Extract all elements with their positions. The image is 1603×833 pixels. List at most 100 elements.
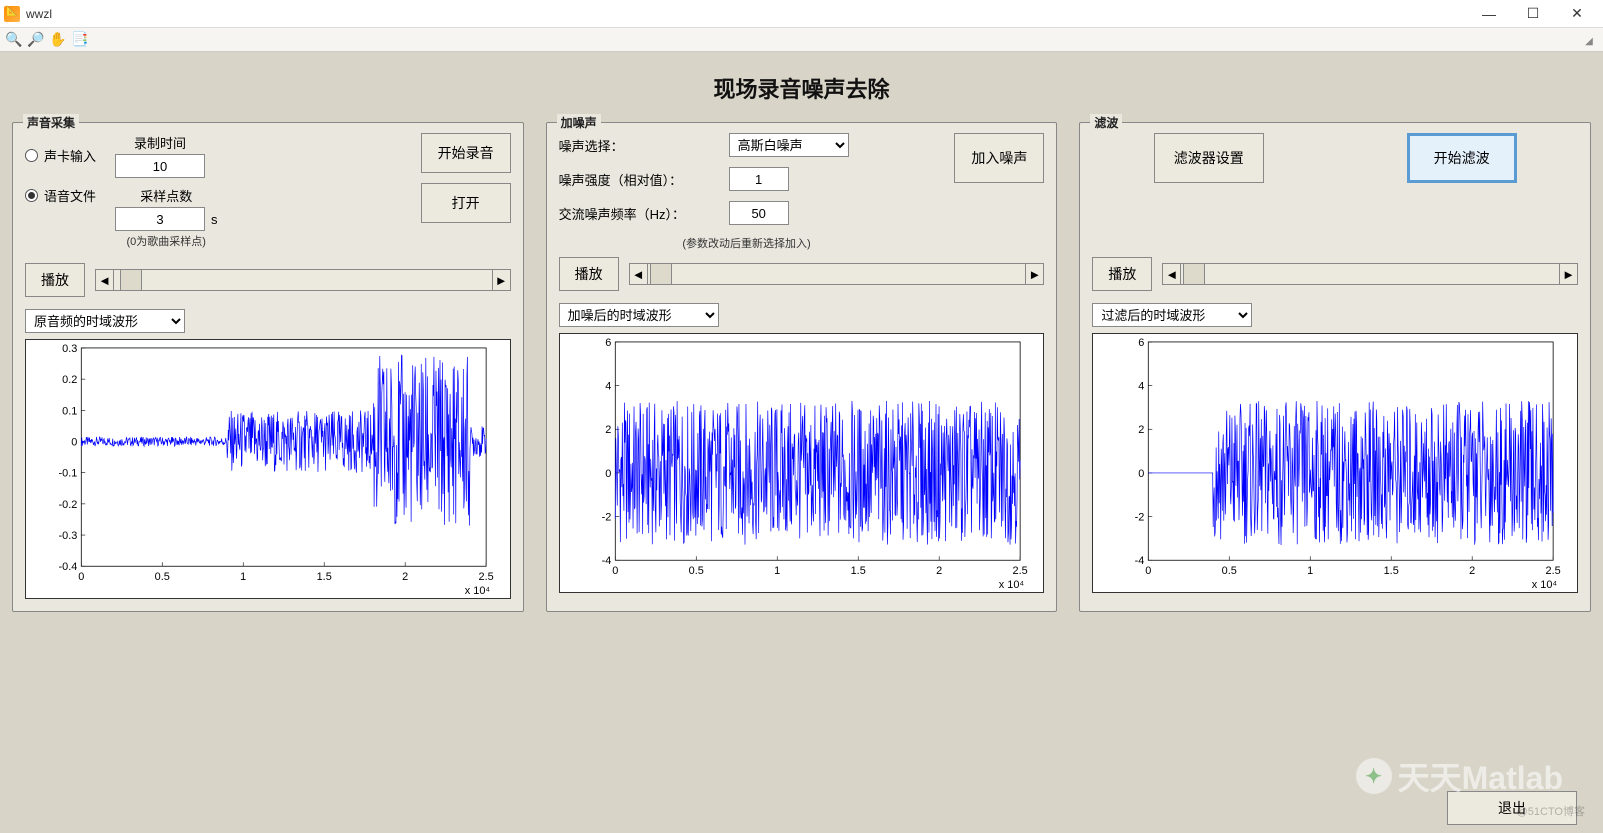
svg-text:1.5: 1.5 <box>317 571 332 583</box>
close-button[interactable]: ✕ <box>1555 0 1599 28</box>
svg-text:0.5: 0.5 <box>1222 565 1237 577</box>
slider-3-left-arrow[interactable]: ◄ <box>1163 264 1181 284</box>
slider-2[interactable]: ◄ ► <box>629 263 1045 285</box>
svg-text:-4: -4 <box>1135 555 1145 567</box>
slider-2-left-arrow[interactable]: ◄ <box>630 264 648 284</box>
svg-text:-0.3: -0.3 <box>59 530 78 542</box>
svg-text:4: 4 <box>1139 381 1145 393</box>
svg-text:-2: -2 <box>601 512 611 524</box>
plot-1: -0.4-0.3-0.2-0.100.10.20.300.511.522.5x … <box>25 339 511 599</box>
slider-3-thumb[interactable] <box>1183 264 1205 284</box>
window-title: wwzl <box>26 7 52 21</box>
toolbar-corner-icon: ◢ <box>1579 31 1599 51</box>
panel-sound-capture: 声音采集 声卡输入 录制时间 <box>12 122 524 612</box>
svg-text:1: 1 <box>1308 565 1314 577</box>
slider-3-right-arrow[interactable]: ► <box>1559 264 1577 284</box>
noise-select-combo[interactable]: 高斯白噪声 <box>729 133 849 157</box>
sample-unit: s <box>211 212 218 227</box>
wave-combo-1[interactable]: 原音频的时域波形 <box>25 309 185 333</box>
ac-freq-input[interactable] <box>729 201 789 225</box>
plot-2: -4-2024600.511.522.5x 10⁴ <box>559 333 1045 593</box>
titlebar: wwzl — ☐ ✕ <box>0 0 1603 28</box>
svg-text:4: 4 <box>605 381 611 393</box>
play-button-1[interactable]: 播放 <box>25 263 85 297</box>
svg-text:x 10⁴: x 10⁴ <box>465 585 491 597</box>
add-noise-button[interactable]: 加入噪声 <box>954 133 1044 183</box>
panel-add-noise: 加噪声 噪声选择： 高斯白噪声 噪声强度（相对值）： 交流噪声频率（Hz）： <box>546 122 1058 612</box>
wave-combo-2[interactable]: 加噪后的时域波形 <box>559 303 719 327</box>
svg-text:0: 0 <box>1139 468 1145 480</box>
figure-surface: 现场录音噪声去除 声音采集 声卡输入 录制时间 <box>0 52 1603 833</box>
ac-freq-label: 交流噪声频率（Hz）： <box>559 204 719 223</box>
data-cursor-icon[interactable]: 📑 <box>70 30 90 50</box>
svg-text:x 10⁴: x 10⁴ <box>998 579 1024 591</box>
window-controls: — ☐ ✕ <box>1467 0 1599 28</box>
panel-filter: 滤波 滤波器设置 开始滤波 播放 ◄ ► 过滤后的时域波形 -4-2024600… <box>1079 122 1591 612</box>
svg-text:2: 2 <box>402 571 408 583</box>
svg-text:2: 2 <box>1139 424 1145 436</box>
svg-text:6: 6 <box>605 337 611 349</box>
svg-text:0: 0 <box>78 571 84 583</box>
panel2-legend: 加噪声 <box>557 114 601 131</box>
svg-text:0.3: 0.3 <box>62 343 77 355</box>
svg-text:-0.1: -0.1 <box>59 468 78 480</box>
svg-text:0: 0 <box>71 436 77 448</box>
radio-file[interactable]: 语音文件 <box>25 186 105 205</box>
zoom-in-icon[interactable]: 🔍 <box>4 30 24 50</box>
svg-text:1: 1 <box>774 565 780 577</box>
svg-text:-4: -4 <box>601 555 611 567</box>
filter-setting-button[interactable]: 滤波器设置 <box>1154 133 1264 183</box>
svg-text:0: 0 <box>612 565 618 577</box>
rec-time-input[interactable] <box>115 154 205 178</box>
noise-strength-input[interactable] <box>729 167 789 191</box>
zoom-out-icon[interactable]: 🔎 <box>26 30 46 50</box>
svg-text:-2: -2 <box>1135 512 1145 524</box>
svg-text:2.5: 2.5 <box>1012 565 1027 577</box>
exit-button[interactable]: 退出 <box>1447 791 1577 825</box>
wechat-icon: ✦ <box>1356 758 1392 794</box>
svg-text:6: 6 <box>1139 337 1145 349</box>
svg-text:2: 2 <box>936 565 942 577</box>
sample-note: (0为歌曲采样点) <box>127 233 206 249</box>
main-title: 现场录音噪声去除 <box>12 72 1591 104</box>
panel1-legend: 声音采集 <box>23 114 79 131</box>
slider-3[interactable]: ◄ ► <box>1162 263 1578 285</box>
noise-strength-label: 噪声强度（相对值）： <box>559 170 719 189</box>
start-record-button[interactable]: 开始录音 <box>421 133 511 173</box>
svg-text:1.5: 1.5 <box>850 565 865 577</box>
svg-text:2: 2 <box>1469 565 1475 577</box>
svg-text:0.5: 0.5 <box>688 565 703 577</box>
slider-1-right-arrow[interactable]: ► <box>492 270 510 290</box>
slider-1-left-arrow[interactable]: ◄ <box>96 270 114 290</box>
svg-text:0.2: 0.2 <box>62 374 77 386</box>
svg-text:1.5: 1.5 <box>1384 565 1399 577</box>
plot-3: -4 -2 0 2 4 6 0 0.5 1 1.5 2 2.5 x 10⁴ <box>1092 333 1578 593</box>
svg-text:-0.2: -0.2 <box>59 499 78 511</box>
param-note: (参数改动后重新选择加入) <box>559 235 935 251</box>
panel3-legend: 滤波 <box>1090 114 1122 131</box>
play-button-3[interactable]: 播放 <box>1092 257 1152 291</box>
svg-text:0: 0 <box>1146 565 1152 577</box>
radio-soundcard[interactable]: 声卡输入 <box>25 146 105 165</box>
open-button[interactable]: 打开 <box>421 183 511 223</box>
rec-time-label: 录制时间 <box>134 133 186 152</box>
noise-select-label: 噪声选择： <box>559 136 719 155</box>
slider-1[interactable]: ◄ ► <box>95 269 511 291</box>
wave-combo-3[interactable]: 过滤后的时域波形 <box>1092 303 1252 327</box>
pan-icon[interactable]: ✋ <box>48 30 68 50</box>
maximize-button[interactable]: ☐ <box>1511 0 1555 28</box>
svg-text:2.5: 2.5 <box>479 571 494 583</box>
slider-2-thumb[interactable] <box>650 264 672 284</box>
figure-toolbar: 🔍 🔎 ✋ 📑 ◢ <box>0 28 1603 52</box>
svg-text:0: 0 <box>605 468 611 480</box>
minimize-button[interactable]: — <box>1467 0 1511 28</box>
sample-label: 采样点数 <box>140 186 192 205</box>
svg-text:2.5: 2.5 <box>1546 565 1561 577</box>
sample-input[interactable] <box>115 207 205 231</box>
slider-2-right-arrow[interactable]: ► <box>1025 264 1043 284</box>
start-filter-button[interactable]: 开始滤波 <box>1407 133 1517 183</box>
svg-text:0.5: 0.5 <box>155 571 170 583</box>
play-button-2[interactable]: 播放 <box>559 257 619 291</box>
svg-text:x 10⁴: x 10⁴ <box>1532 579 1558 591</box>
slider-1-thumb[interactable] <box>120 270 142 290</box>
